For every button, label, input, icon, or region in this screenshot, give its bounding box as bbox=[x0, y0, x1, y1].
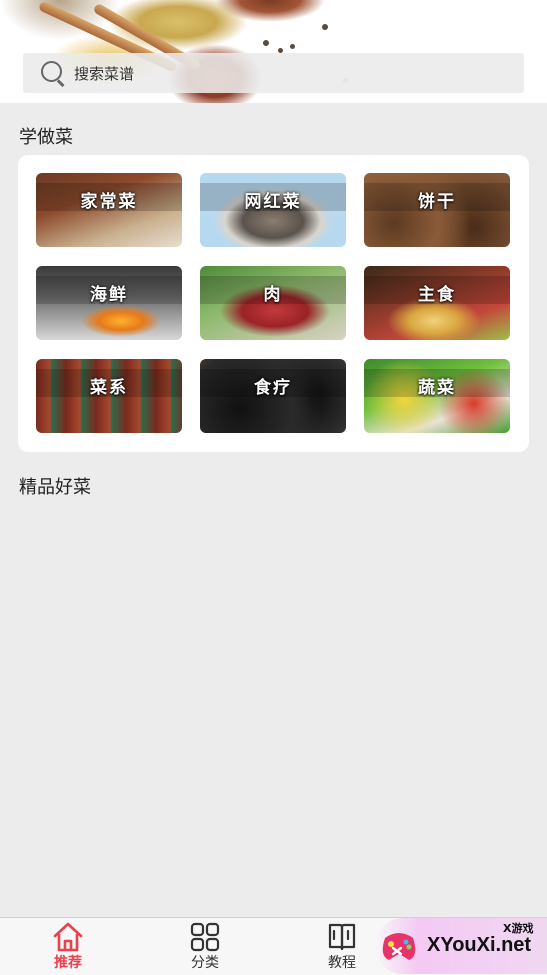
watermark-brand: XYouXi.net bbox=[427, 934, 532, 956]
category-staple-food[interactable]: 主食 bbox=[364, 266, 510, 340]
search-bar[interactable]: 搜索菜谱 bbox=[23, 53, 524, 93]
tab-tutorial[interactable]: 教程 bbox=[302, 918, 382, 975]
book-icon bbox=[328, 923, 356, 951]
category-cuisines[interactable]: 菜系 bbox=[36, 359, 182, 433]
spice-dot bbox=[322, 24, 328, 30]
tab-label: 教程 bbox=[328, 955, 356, 971]
gamepad-logo-icon bbox=[382, 933, 416, 960]
category-seafood[interactable]: 海鲜 bbox=[36, 266, 182, 340]
search-placeholder: 搜索菜谱 bbox=[74, 64, 135, 83]
watermark-sub: X游戏 bbox=[503, 922, 534, 935]
header-banner: 搜索菜谱 bbox=[0, 0, 547, 103]
category-label: 菜系 bbox=[90, 378, 128, 398]
tab-label: 推荐 bbox=[54, 955, 82, 971]
category-diet-therapy[interactable]: 食疗 bbox=[200, 359, 346, 433]
category-label: 饼干 bbox=[418, 192, 456, 212]
category-label: 海鲜 bbox=[90, 285, 128, 305]
category-trending[interactable]: 网红菜 bbox=[200, 173, 346, 247]
category-label: 食疗 bbox=[254, 378, 292, 398]
spice-dot bbox=[263, 40, 269, 46]
tab-label: 分类 bbox=[191, 955, 219, 971]
section-title-featured: 精品好菜 bbox=[19, 477, 91, 498]
category-label: 蔬菜 bbox=[418, 378, 456, 398]
tab-recommend[interactable]: 推荐 bbox=[28, 918, 108, 975]
category-home-cooking[interactable]: 家常菜 bbox=[36, 173, 182, 247]
category-panel: 家常菜 网红菜 饼干 海鲜 肉 主食 菜系 食疗 蔬菜 bbox=[18, 155, 529, 452]
grid-icon bbox=[190, 922, 220, 952]
category-label: 网红菜 bbox=[244, 192, 302, 212]
category-label: 主食 bbox=[418, 285, 456, 305]
category-label: 肉 bbox=[263, 285, 283, 305]
category-vegetables[interactable]: 蔬菜 bbox=[364, 359, 510, 433]
search-icon bbox=[41, 61, 65, 87]
home-icon bbox=[53, 922, 83, 952]
section-title-learn: 学做菜 bbox=[19, 127, 73, 148]
category-cookies[interactable]: 饼干 bbox=[364, 173, 510, 247]
watermark-logo: XYouXi.net X游戏 bbox=[375, 918, 547, 974]
spice-dot bbox=[290, 44, 295, 49]
category-meat[interactable]: 肉 bbox=[200, 266, 346, 340]
tab-category[interactable]: 分类 bbox=[165, 918, 245, 975]
category-label: 家常菜 bbox=[80, 192, 138, 212]
